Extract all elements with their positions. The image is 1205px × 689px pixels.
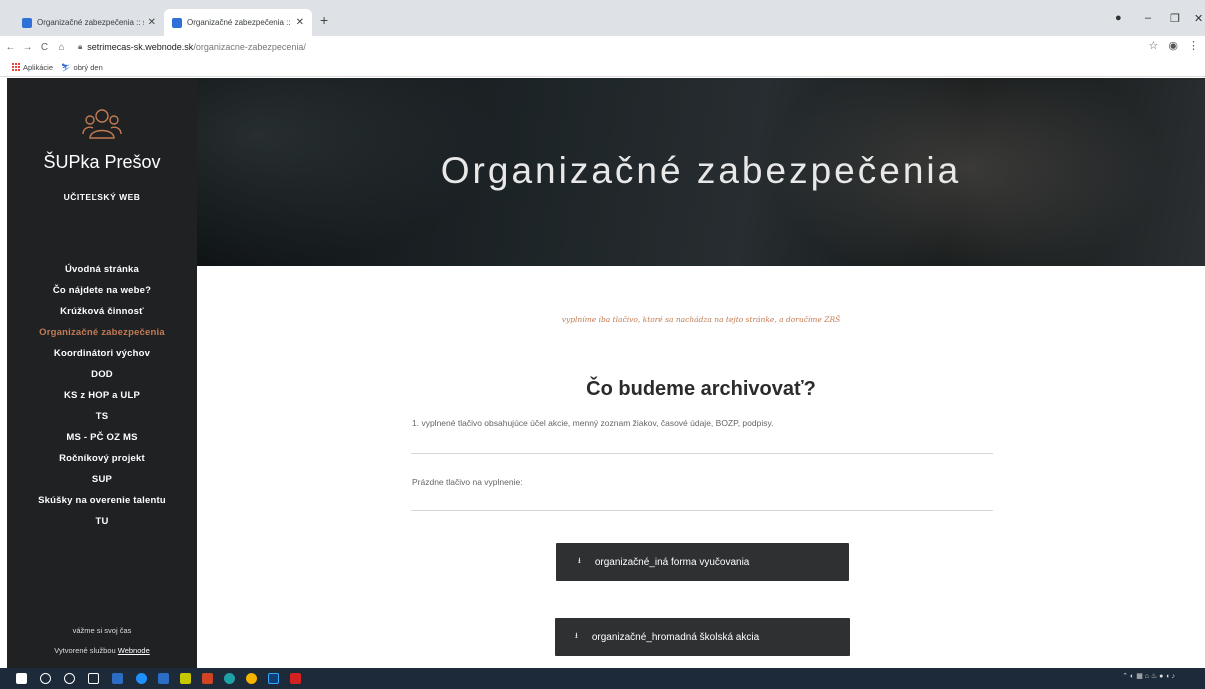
bookmark-label: obrý den: [73, 62, 103, 72]
users-logo-icon: [81, 104, 123, 149]
webnode-favicon-icon: [172, 17, 182, 28]
site-title[interactable]: ŠUPka Prešov: [7, 152, 197, 173]
bookmark-label: Aplikácie: [23, 62, 54, 72]
sidebar-item-uvodna-stranka[interactable]: Úvodná stránka: [7, 261, 197, 282]
credit-prefix: Vytvorené službou: [54, 646, 116, 655]
word-app-icon[interactable]: [112, 673, 123, 684]
hero-banner: Organizačné zabezpečenia: [197, 78, 1205, 266]
browser-tab[interactable]: Organizačné zabezpečenia :: setr ✕: [14, 9, 164, 36]
download-button-ina-forma[interactable]: ⭳ organizačné_iná forma vyučovania: [556, 543, 849, 581]
webnode-link[interactable]: Webnode: [118, 646, 150, 655]
profile-dot-icon[interactable]: ●: [1115, 12, 1122, 24]
download-icon: ⭳: [578, 556, 581, 565]
star-icon[interactable]: ☆: [1149, 39, 1159, 52]
menu-icon[interactable]: ⋮: [1188, 39, 1199, 52]
close-icon[interactable]: ✕: [296, 17, 304, 28]
url-field[interactable]: 🔒︎ setrimecas-sk.webnode.sk/organizacne-…: [78, 42, 306, 52]
close-icon[interactable]: ✕: [148, 17, 156, 28]
new-tab-icon[interactable]: +: [320, 12, 328, 28]
download-button-hromadna-akcia[interactable]: ⭳ organizačné_hromadná školská akcia: [555, 618, 850, 656]
pdf-reader-app-icon[interactable]: [290, 673, 301, 684]
section-heading: Čo budeme archivovať?: [586, 378, 816, 400]
browser-tab-bar: Organizačné zabezpečenia :: setr ✕ Organ…: [0, 0, 1205, 36]
sidebar-item-ks-hop-ulp[interactable]: KS z HOP a ULP: [7, 387, 197, 408]
sidebar-item-ms-pc-oz-ms[interactable]: MS - PČ OZ MS: [7, 429, 197, 450]
cortana-icon[interactable]: [64, 673, 75, 684]
sidebar-item-koordinatori[interactable]: Koordinátori výchov: [7, 345, 197, 366]
site-subtitle: UČITEĽSKÝ WEB: [63, 192, 141, 202]
windows-start-icon[interactable]: [16, 673, 27, 684]
chrome-app-icon[interactable]: [246, 673, 257, 684]
download-label: organizačné_iná forma vyučovania: [594, 556, 750, 568]
url-path: /organizacne-zabezpecenia/: [193, 42, 306, 52]
browser-tab-active[interactable]: Organizačné zabezpečenia :: setr ✕: [164, 9, 312, 36]
tab-label: Organizačné zabezpečenia :: setr: [187, 18, 292, 27]
sidebar: ŠUPka Prešov UČITEĽSKÝ WEB Úvodná stránk…: [7, 78, 197, 668]
blank-form-label: Prázdne tlačivo na vyplnenie:: [412, 477, 523, 487]
sidebar-item-dod[interactable]: DOD: [7, 366, 197, 387]
reload-icon[interactable]: C: [38, 42, 51, 53]
back-icon[interactable]: ←: [4, 42, 17, 53]
page-title: Organizačné zabezpečenia: [440, 150, 962, 191]
divider: [411, 453, 993, 454]
maximize-icon[interactable]: ❐: [1170, 12, 1180, 25]
photoshop-app-icon[interactable]: [268, 673, 279, 684]
sidebar-footer-credit: Vytvorené službou Webnode: [7, 646, 197, 655]
sidebar-item-sup[interactable]: SUP: [7, 471, 197, 492]
download-label: organizačné_hromadná školská akcia: [591, 631, 760, 643]
intro-text: vyplníme iba tlačivo, ktoré sa nachádza …: [561, 315, 841, 324]
address-bar: ← → C ⌂ 🔒︎ setrimecas-sk.webnode.sk/orga…: [0, 36, 1205, 58]
home-icon[interactable]: ⌂: [55, 42, 68, 53]
close-window-icon[interactable]: ✕: [1194, 12, 1203, 25]
task-view-icon[interactable]: [88, 673, 99, 684]
edge-app-icon[interactable]: [224, 673, 235, 684]
forward-icon[interactable]: →: [21, 42, 34, 53]
minimize-icon[interactable]: –: [1145, 12, 1151, 24]
sidebar-item-kruzkova-cinnost[interactable]: Krúžková činnosť: [7, 303, 197, 324]
windows-taskbar: ⌃ ◐ ▦ ⌂ ♨ ● ◖ ♪: [0, 668, 1205, 689]
system-tray-icons[interactable]: ⌃ ◐ ▦ ⌂ ♨ ● ◖ ♪: [1122, 672, 1175, 680]
sidebar-item-tu[interactable]: TU: [7, 513, 197, 534]
sidebar-item-skusky-talent[interactable]: Skúšky na overenie talentu: [7, 492, 197, 513]
download-icon: ⭳: [575, 631, 578, 640]
explorer-app-icon[interactable]: [158, 673, 169, 684]
bookmark-favicon-icon: ⛷︎: [61, 62, 71, 72]
sidebar-nav: Úvodná stránka Čo nájdete na webe? Krúžk…: [7, 261, 197, 534]
url-host: setrimecas-sk.webnode.sk: [87, 42, 194, 52]
bookmark-apps[interactable]: Aplikácie: [12, 63, 53, 72]
extension-icon[interactable]: ◉: [1168, 39, 1178, 52]
apps-grid-icon: [12, 63, 20, 71]
main-content: vyplníme iba tlačivo, ktoré sa nachádza …: [197, 266, 1205, 668]
search-icon[interactable]: [40, 673, 51, 684]
sidebar-item-ts[interactable]: TS: [7, 408, 197, 429]
bookmark-item[interactable]: ⛷︎ obrý den: [61, 63, 103, 72]
powerpoint-app-icon[interactable]: [202, 673, 213, 684]
divider: [411, 510, 993, 511]
sidebar-footer-text: vážme si svoj čas: [72, 626, 132, 635]
sidebar-item-co-najdete[interactable]: Čo nájdete na webe?: [7, 282, 197, 303]
skype-app-icon[interactable]: [136, 673, 147, 684]
sidebar-item-rocnikovy-projekt[interactable]: Ročníkový projekt: [7, 450, 197, 471]
webnode-favicon-icon: [22, 17, 32, 28]
tab-label: Organizačné zabezpečenia :: setr: [37, 18, 144, 27]
file-explorer-icon[interactable]: [180, 673, 191, 684]
lock-icon: 🔒︎: [78, 42, 83, 51]
sidebar-item-organizacne-zabezpecenia[interactable]: Organizačné zabezpečenia: [7, 324, 197, 345]
archive-description: 1. vyplnené tlačivo obsahujúce účel akci…: [412, 418, 774, 428]
bookmarks-bar: Aplikácie ⛷︎ obrý den: [0, 58, 1205, 77]
